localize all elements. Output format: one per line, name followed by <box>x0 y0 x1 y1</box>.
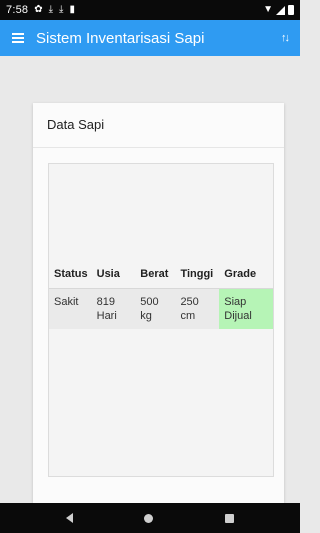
data-table: Status Usia Berat Tinggi Grade Sakit 819… <box>49 260 273 329</box>
cell-berat: 500 kg <box>140 295 159 322</box>
cell-tinggi: 250 cm <box>180 295 199 322</box>
status-right: ▼ <box>263 5 294 15</box>
column-header-status[interactable]: Status <box>49 260 92 289</box>
gear-icon: ✿ <box>34 4 43 15</box>
battery-icon <box>288 5 294 15</box>
recent-apps-icon[interactable] <box>225 513 235 523</box>
download-icon: ⤓ <box>59 4 64 15</box>
column-header-tinggi[interactable]: Tinggi <box>175 260 220 289</box>
app-title: Sistem Inventarisasi Sapi <box>36 29 205 47</box>
column-header-grade[interactable]: Grade <box>219 260 273 289</box>
card-divider <box>33 147 284 148</box>
sd-card-icon: ▮ <box>69 4 75 15</box>
card-title: Data Sapi <box>47 117 105 132</box>
home-icon[interactable] <box>144 513 154 523</box>
column-header-usia[interactable]: Usia <box>91 260 136 289</box>
status-time: 7:58 <box>6 4 29 16</box>
signal-icon <box>276 5 285 15</box>
table-header-row: Status Usia Berat Tinggi Grade <box>49 260 273 289</box>
status-bar: 7:58 ✿ ⤓ ⤓ ▮ ▼ <box>0 0 300 20</box>
cell-grade: Siap Dijual <box>219 288 273 329</box>
cell-usia: 819 Hari <box>96 295 117 322</box>
app-bar: Sistem Inventarisasi Sapi ↑↓ <box>0 20 300 56</box>
sort-icon[interactable]: ↑↓ <box>281 32 290 44</box>
navigation-bar <box>0 503 300 533</box>
table-row[interactable]: Sakit 819 Hari 500 kg 250 cm Siap Dijual <box>49 288 273 329</box>
cell-status: Sakit <box>54 295 79 308</box>
download-icon: ⤓ <box>48 4 54 15</box>
column-header-berat[interactable]: Berat <box>135 260 176 289</box>
menu-icon[interactable] <box>12 33 24 43</box>
back-icon[interactable] <box>65 513 73 523</box>
status-left: 7:58 ✿ ⤓ ⤓ ▮ <box>6 4 75 16</box>
wifi-icon: ▼ <box>263 4 273 15</box>
data-table-container[interactable]: Status Usia Berat Tinggi Grade Sakit 819… <box>48 163 274 477</box>
